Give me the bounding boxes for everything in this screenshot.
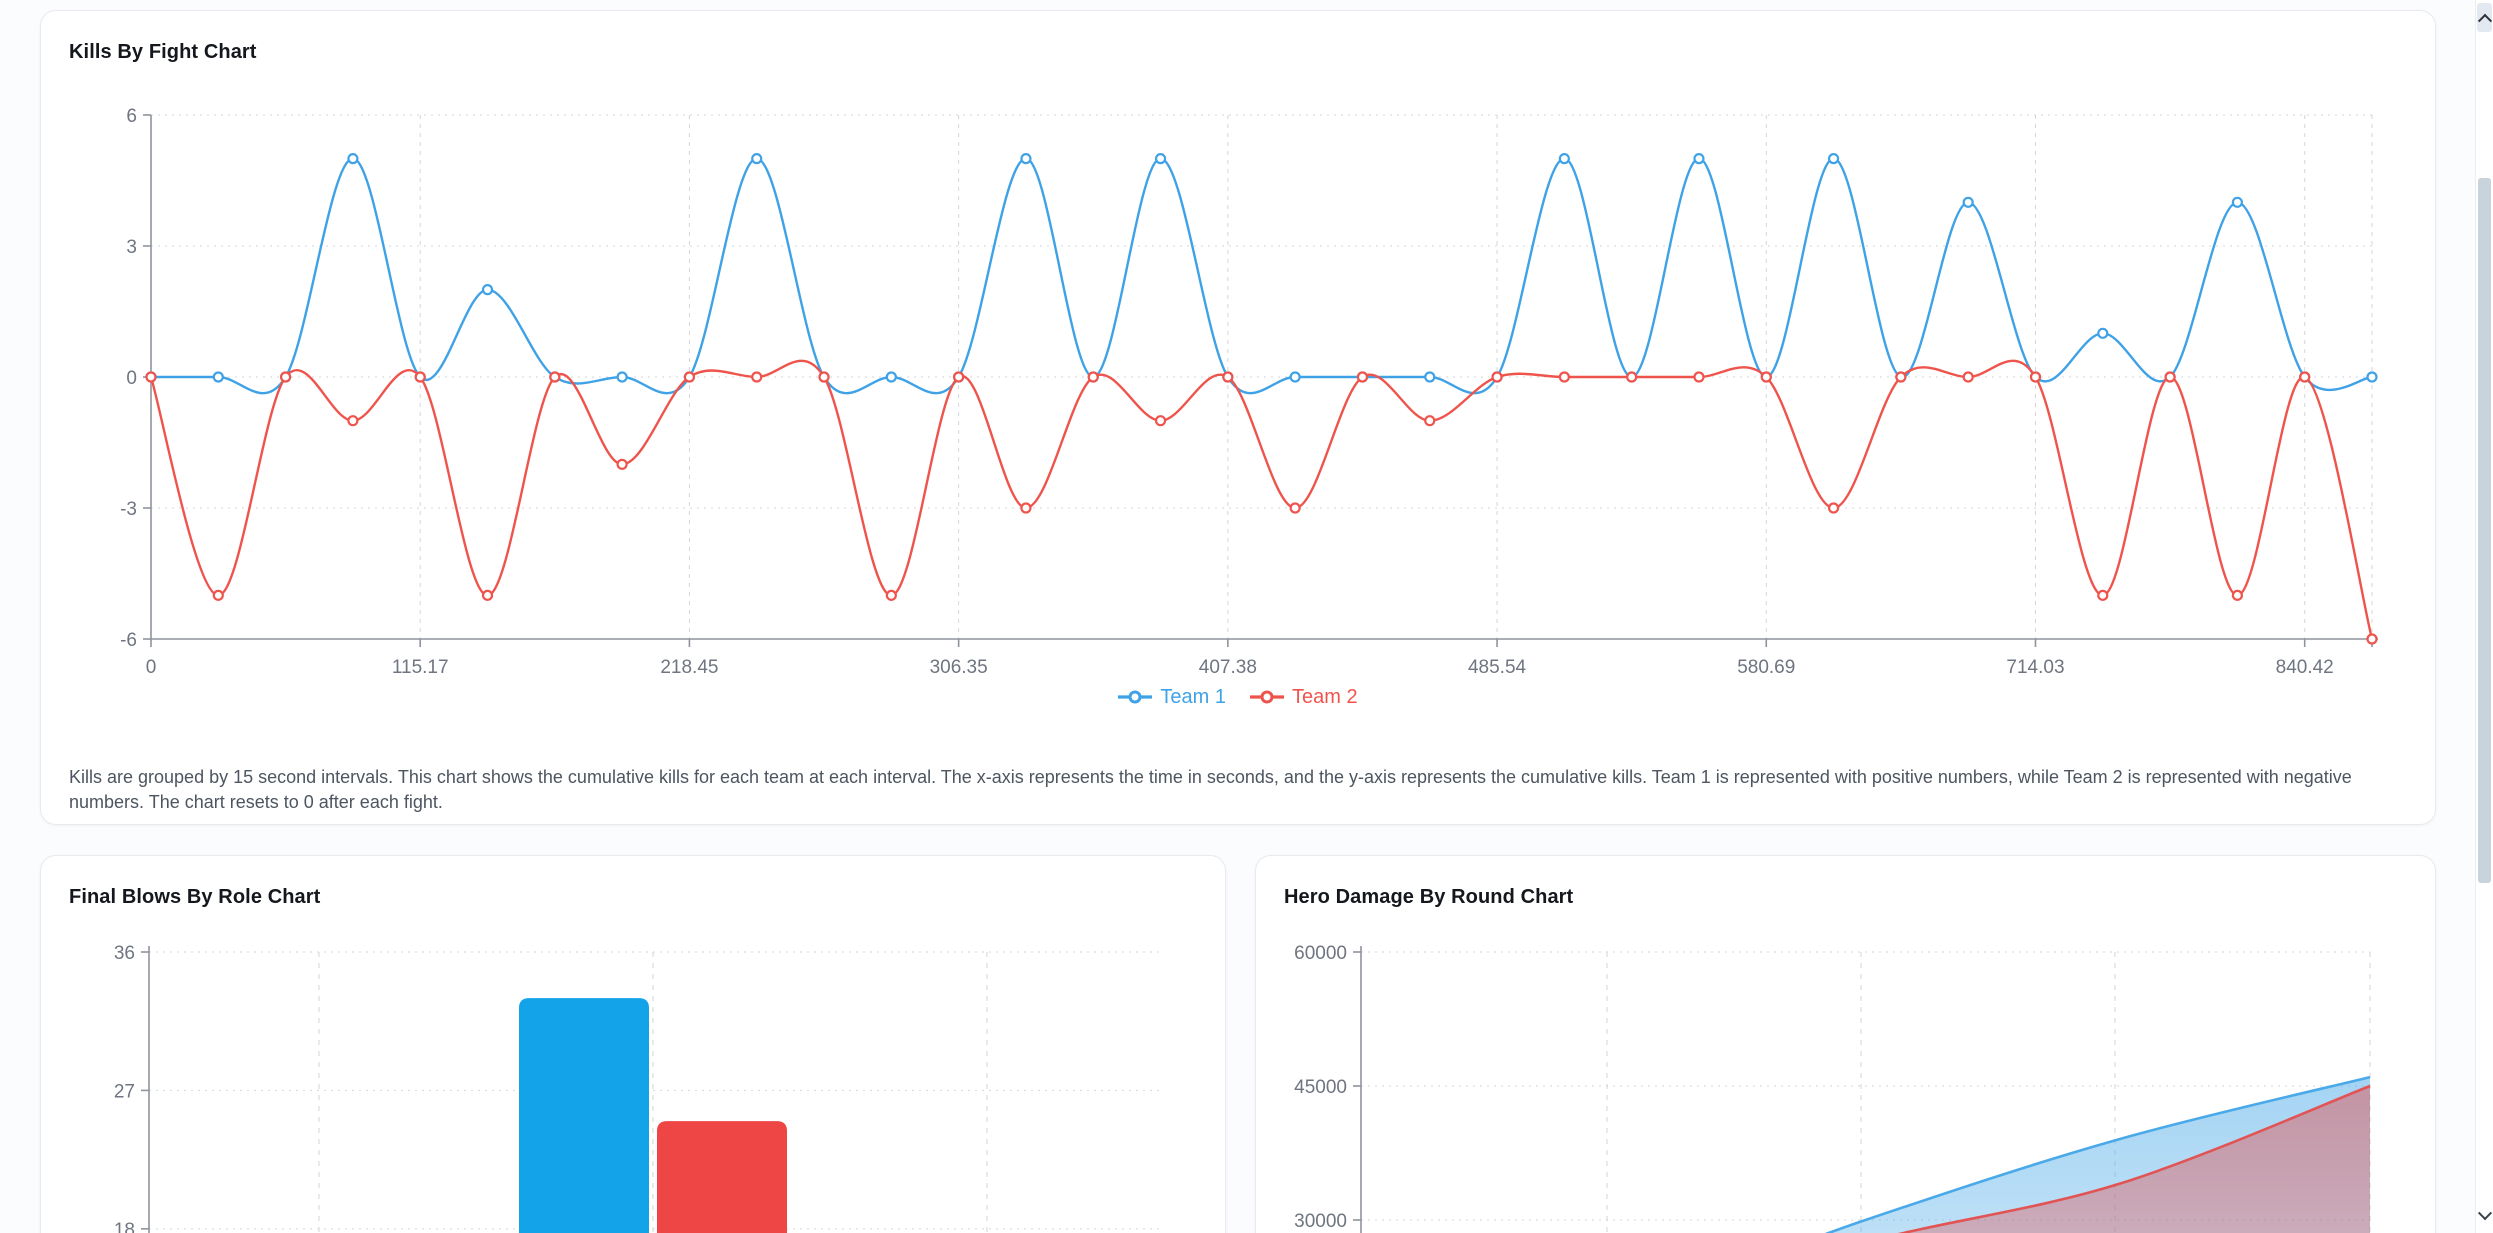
scroll-up-button[interactable] <box>2477 3 2492 32</box>
chart-description: Kills are grouped by 15 second intervals… <box>69 765 2407 815</box>
scrollbar-thumb[interactable] <box>2478 178 2491 883</box>
svg-text:60000: 60000 <box>1294 943 1347 964</box>
svg-text:0: 0 <box>146 657 157 678</box>
legend-label-team-2: Team 2 <box>1292 686 1358 709</box>
svg-text:6: 6 <box>126 106 137 127</box>
legend-item-team-1[interactable]: Team 1 <box>1118 686 1226 709</box>
svg-text:-6: -6 <box>120 630 137 651</box>
svg-text:36: 36 <box>114 943 135 964</box>
svg-text:3: 3 <box>126 237 137 258</box>
chart-legend: Team 1 Team 2 <box>41 682 2435 712</box>
kills-by-fight-card: Kills By Fight Chart 630-3-60115.17218.4… <box>40 10 2436 825</box>
svg-text:0: 0 <box>126 368 137 389</box>
svg-text:45000: 45000 <box>1294 1077 1347 1098</box>
dashboard-page: Kills By Fight Chart 630-3-60115.17218.4… <box>0 0 2493 1233</box>
scroll-down-button[interactable] <box>2477 1204 2492 1228</box>
svg-text:306.35: 306.35 <box>930 657 988 678</box>
final-blows-card: Final Blows By Role Chart 362718 <box>40 855 1226 1233</box>
svg-text:-3: -3 <box>120 499 137 520</box>
svg-text:714.03: 714.03 <box>2006 657 2064 678</box>
svg-text:580.69: 580.69 <box>1737 657 1795 678</box>
hero-damage-card: Hero Damage By Round Chart 6000045000300… <box>1255 855 2436 1233</box>
svg-text:407.38: 407.38 <box>1199 657 1257 678</box>
chevron-up-icon <box>2477 13 2491 27</box>
svg-text:218.45: 218.45 <box>660 657 718 678</box>
legend-item-team-2[interactable]: Team 2 <box>1250 686 1358 709</box>
svg-text:115.17: 115.17 <box>392 657 449 678</box>
svg-text:27: 27 <box>114 1081 135 1102</box>
svg-text:18: 18 <box>114 1220 135 1233</box>
chevron-down-icon <box>2477 1206 2491 1220</box>
team-1-line-marker-icon <box>1118 690 1152 704</box>
hero-damage-chart[interactable]: 60000 45000 30000 <box>1256 856 2435 1233</box>
svg-text:485.54: 485.54 <box>1468 657 1527 678</box>
team-2-line-marker-icon <box>1250 690 1284 704</box>
svg-text:840.42: 840.42 <box>2276 657 2334 678</box>
legend-label-team-1: Team 1 <box>1160 686 1226 709</box>
page-scrollbar[interactable] <box>2475 0 2493 1233</box>
final-blows-chart[interactable]: 36 27 18 <box>41 856 1225 1233</box>
svg-text:30000: 30000 <box>1294 1211 1347 1232</box>
